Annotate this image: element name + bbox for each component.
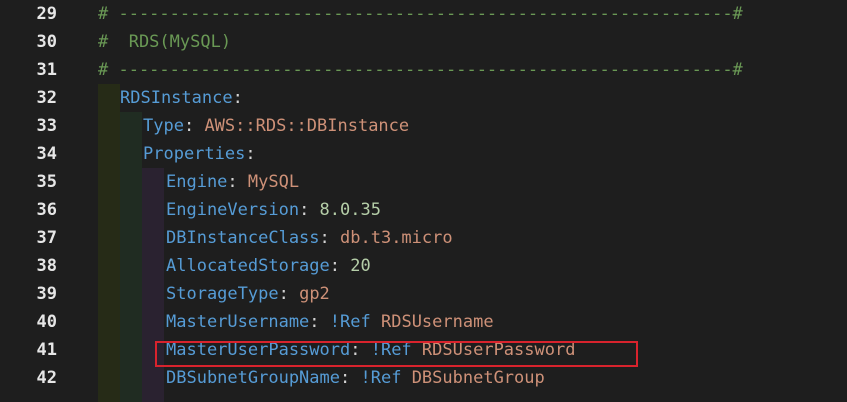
- code-token: RDSInstance: [120, 88, 233, 108]
- code-line[interactable]: Type: AWS::RDS::DBInstance: [143, 112, 847, 140]
- code-token: !Ref: [370, 340, 412, 360]
- line-number: 37: [36, 228, 57, 248]
- code-line[interactable]: # --------------------------------------…: [98, 56, 847, 84]
- code-token: :: [245, 144, 256, 164]
- code-token: # --------------------------------------…: [98, 4, 743, 24]
- code-token: EngineVersion: [166, 200, 300, 220]
- code-token: !Ref: [329, 312, 371, 332]
- line-number: 30: [36, 32, 57, 52]
- line-number: 38: [36, 256, 57, 276]
- code-token: AWS::RDS::DBInstance: [204, 116, 410, 136]
- code-line[interactable]: # --------------------------------------…: [98, 0, 847, 28]
- code-line[interactable]: StorageType: gp2: [166, 280, 847, 308]
- code-token: 20: [350, 256, 371, 276]
- line-number: 34: [36, 144, 57, 164]
- indent-guide-level-3: [142, 168, 164, 402]
- code-token: :: [329, 256, 351, 276]
- line-number: 40: [36, 312, 57, 332]
- code-token: :: [319, 228, 341, 248]
- code-token: :: [309, 312, 330, 332]
- code-token: !Ref: [360, 368, 402, 388]
- code-line[interactable]: MasterUserPassword: !Ref RDSUserPassword: [166, 336, 847, 364]
- code-token: :: [340, 368, 361, 388]
- code-token: 8.0.35: [319, 200, 381, 220]
- code-token: DBInstanceClass: [166, 228, 320, 248]
- line-number: 31: [36, 60, 57, 80]
- code-token: RDSUsername: [380, 312, 494, 332]
- code-token: gp2: [299, 284, 330, 304]
- code-line[interactable]: AllocatedStorage: 20: [166, 252, 847, 280]
- code-token: DBSubnetGroupName: [166, 368, 340, 388]
- code-token: db.t3.micro: [340, 228, 453, 248]
- code-line[interactable]: # RDS(MySQL): [98, 28, 847, 56]
- code-token: # --------------------------------------…: [98, 60, 743, 80]
- code-line[interactable]: DBInstanceClass: db.t3.micro: [166, 224, 847, 252]
- code-token: AllocatedStorage: [166, 256, 330, 276]
- code-token: :: [227, 172, 248, 192]
- indent-guide-level-1: [98, 84, 120, 402]
- code-token: Engine: [166, 172, 228, 192]
- code-token: StorageType: [166, 284, 279, 304]
- code-token: :: [350, 340, 371, 360]
- code-token: MasterUsername: [166, 312, 310, 332]
- code-token: :: [232, 88, 243, 108]
- line-number: 33: [36, 116, 57, 136]
- code-token: :: [278, 284, 300, 304]
- code-line[interactable]: Engine: MySQL: [166, 168, 847, 196]
- code-line[interactable]: EngineVersion: 8.0.35: [166, 196, 847, 224]
- code-token: Type: [143, 116, 184, 136]
- code-token: :: [183, 116, 205, 136]
- code-token: # RDS(MySQL): [98, 32, 232, 52]
- code-token: MasterUserPassword: [166, 340, 351, 360]
- indent-guide-level-2: [120, 112, 142, 402]
- code-line[interactable]: Properties:: [143, 140, 847, 168]
- code-token: DBSubnetGroup: [411, 368, 545, 388]
- line-number: 35: [36, 172, 57, 192]
- code-token: RDSUserPassword: [421, 340, 576, 360]
- code-token: :: [299, 200, 320, 220]
- line-number: 36: [36, 200, 57, 220]
- code-editor[interactable]: 29 # ------------------------------------…: [0, 0, 847, 402]
- line-number: 42: [36, 368, 57, 388]
- code-token: Properties: [143, 144, 246, 164]
- line-number: 39: [36, 284, 57, 304]
- code-line[interactable]: RDSInstance:: [120, 84, 847, 112]
- code-line[interactable]: DBSubnetGroupName: !Ref DBSubnetGroup: [166, 364, 847, 392]
- code-token: MySQL: [247, 172, 300, 192]
- line-number: 29: [36, 4, 57, 24]
- line-number: 41: [36, 340, 57, 360]
- code-line[interactable]: MasterUsername: !Ref RDSUsername: [166, 308, 847, 336]
- line-number: 32: [36, 88, 57, 108]
